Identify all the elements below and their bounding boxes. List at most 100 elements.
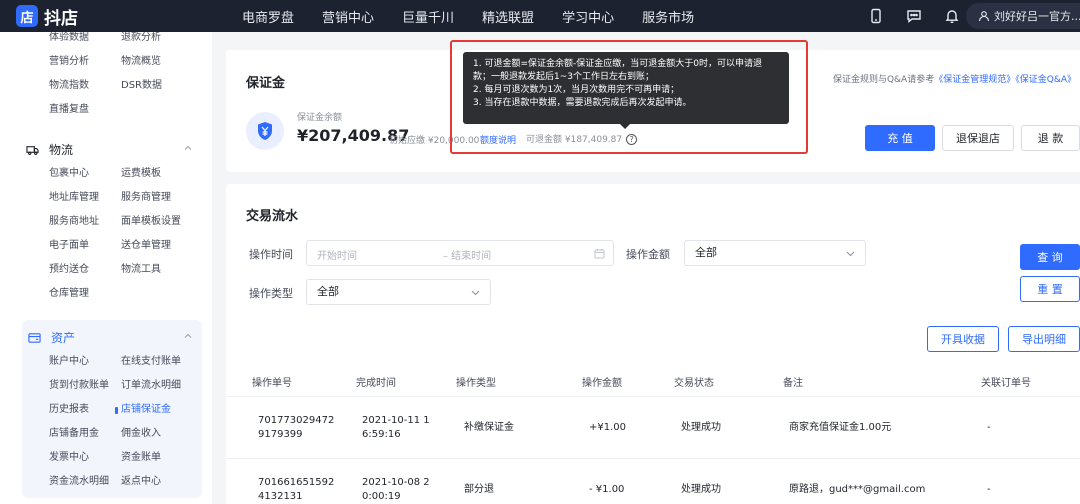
sidebar-item-freight-template[interactable]: 运费模板 [121,162,211,186]
topnav-qianchuan[interactable]: 巨量千川 [402,7,454,26]
sidebar-top-links: 体验数据 退款分析 营销分析 物流概览 物流指数 DSR数据 直播复盘 [0,32,212,122]
amount-filter-label: 操作金额 [626,248,670,261]
top-icons [848,0,962,32]
topnav-compass[interactable]: 电商罗盘 [242,7,294,26]
sidebar-assets-links: 账户中心 在线支付账单 货到付款账单 订单流水明细 历史报表 店铺保证金 店铺备… [22,350,202,494]
transactions-title: 交易流水 [246,209,299,224]
sidebar-item-parcel-center[interactable]: 包裹中心 [49,162,121,186]
top-bar: 店 抖店 电商罗盘 营销中心 巨量千川 精选联盟 学习中心 服务市场 刘好好吕一… [0,0,1080,32]
reset-button[interactable]: 重 置 [1020,276,1080,302]
sidebar-item-commission[interactable]: 佣金收入 [121,422,211,446]
sidebar-item-online-pay-bill[interactable]: 在线支付账单 [121,350,211,374]
cell-order: - [987,484,991,495]
mobile-icon[interactable] [866,6,886,26]
sidebar-group-assets-panel: 资产 账户中心 在线支付账单 货到付款账单 订单流水明细 历史报表 店铺保证金 … [22,320,202,498]
sidebar-item-logistics-tools[interactable]: 物流工具 [121,258,211,282]
sidebar-item-provider-mgmt[interactable]: 服务商管理 [121,186,211,210]
cell-status: 处理成功 [681,484,721,495]
balance-label: 保证金余额 [297,113,343,123]
amount-select[interactable]: 全部 [684,240,866,266]
rule-link-qa[interactable]: 《保证金Q&A》 [1015,75,1076,85]
sidebar: 体验数据 退款分析 营销分析 物流概览 物流指数 DSR数据 直播复盘 物流 包… [0,32,212,504]
col-header-time: 完成时间 [356,378,396,389]
logo-icon: 店 [16,5,38,27]
sidebar-item-provider-address[interactable]: 服务商地址 [49,210,121,234]
sidebar-item-refund-analysis[interactable]: 退款分析 [121,32,211,50]
sidebar-item-e-waybill[interactable]: 电子面单 [49,234,121,258]
query-button[interactable]: 查 询 [1020,244,1080,270]
sidebar-item-logistics-index[interactable]: 物流指数 [49,74,121,98]
sidebar-item-dsr[interactable]: DSR数据 [121,74,211,98]
col-header-amount: 操作金额 [582,378,622,389]
sidebar-logistics-links: 包裹中心 运费模板 地址库管理 服务商管理 服务商地址 面单模板设置 电子面单 … [0,162,212,306]
start-time-placeholder: 开始时间 [317,251,357,262]
sidebar-item-cod-bill[interactable]: 货到付款账单 [49,374,121,398]
cell-time-line1: 2021-10-11 1 [362,415,430,426]
end-time-placeholder: – 结束时间 [443,251,492,262]
sidebar-item-delivery-orders[interactable]: 送仓单管理 [121,234,211,258]
cell-note: 商家充值保证金1.00元 [789,422,892,433]
sidebar-group-assets[interactable]: 资产 [22,324,202,350]
rule-link-management[interactable]: 《保证金管理规范》 [934,75,1015,85]
topnav-market[interactable]: 服务市场 [642,7,694,26]
sidebar-item-live-review[interactable]: 直播复盘 [49,98,121,122]
sidebar-item-warehouse-mgmt[interactable]: 仓库管理 [49,282,121,306]
cell-id: 701661651592 4132131 [258,476,334,504]
sidebar-item-history-report[interactable]: 历史报表 [49,398,121,422]
sidebar-item-invoice-center[interactable]: 发票中心 [49,446,121,470]
col-header-note: 备注 [783,378,803,389]
exit-store-button[interactable]: 退保退店 [942,125,1014,151]
bell-icon[interactable] [942,6,962,26]
receipt-button[interactable]: 开具收据 [927,326,999,352]
sidebar-item-waybill-template[interactable]: 面单模板设置 [121,210,211,234]
message-icon[interactable] [904,6,924,26]
cell-id-line1: 701661651592 [258,477,335,488]
cell-id-line1: 701773029472 [258,415,335,426]
shield-yen-icon [246,112,284,150]
cell-time-line2: 6:59:16 [362,429,401,440]
cell-id-line2: 9179399 [258,429,303,440]
sidebar-item-logistics-overview[interactable]: 物流概览 [121,50,211,74]
export-button[interactable]: 导出明细 [1008,326,1080,352]
topnav-alliance[interactable]: 精选联盟 [482,7,534,26]
cell-time: 2021-10-08 2 0:00:19 [362,476,430,504]
cell-status: 处理成功 [681,422,721,433]
deposit-title: 保证金 [246,76,286,91]
user-icon [978,11,990,22]
cell-amount: +¥1.00 [589,422,627,433]
topnav-marketing[interactable]: 营销中心 [322,7,374,26]
sidebar-item-store-deposit[interactable]: 店铺保证金 [115,398,211,422]
type-select-value: 全部 [317,285,339,298]
sidebar-item-experience[interactable]: 体验数据 [49,32,121,50]
sidebar-item-account-center[interactable]: 账户中心 [49,350,121,374]
sidebar-item-rebate-center[interactable]: 返点中心 [121,470,211,494]
cell-note: 原路退，gud***@gmail.com [789,484,926,495]
refund-button[interactable]: 退 款 [1021,125,1080,151]
date-range-picker[interactable]: 开始时间 – 结束时间 [306,240,614,266]
cell-amount: - ¥1.00 [589,484,625,495]
sidebar-item-marketing-analysis[interactable]: 营销分析 [49,50,121,74]
sidebar-group-label: 物流 [49,142,74,157]
cell-id-line2: 4132131 [258,491,303,502]
sidebar-item-fund-bill[interactable]: 资金账单 [121,446,211,470]
col-header-status: 交易状态 [674,378,714,389]
sidebar-item-address-library[interactable]: 地址库管理 [49,186,121,210]
recharge-button[interactable]: 充 值 [865,125,935,151]
sidebar-item-booking-delivery[interactable]: 预约送仓 [49,258,121,282]
cell-time-line1: 2021-10-08 2 [362,477,430,488]
sidebar-group-label: 资产 [51,330,76,345]
wallet-icon [28,332,41,343]
sidebar-group-logistics[interactable]: 物流 [0,136,212,162]
topnav-learning[interactable]: 学习中心 [562,7,614,26]
type-filter-label: 操作类型 [249,287,293,300]
user-menu[interactable]: 刘好好吕一官方... [966,3,1080,29]
sidebar-item-fund-flow[interactable]: 资金流水明细 [49,470,121,494]
type-select[interactable]: 全部 [306,279,491,305]
time-filter-label: 操作时间 [249,248,293,261]
chevron-down-icon [846,251,855,257]
sidebar-item-order-flow[interactable]: 订单流水明细 [121,374,211,398]
sidebar-item-reserve-fund[interactable]: 店铺备用金 [49,422,121,446]
logo[interactable]: 店 抖店 [16,4,216,29]
deposit-rule-text: 保证金规则与Q&A请参考《保证金管理规范》《保证金Q&A》 [833,72,1076,85]
chevron-up-icon [184,145,192,150]
